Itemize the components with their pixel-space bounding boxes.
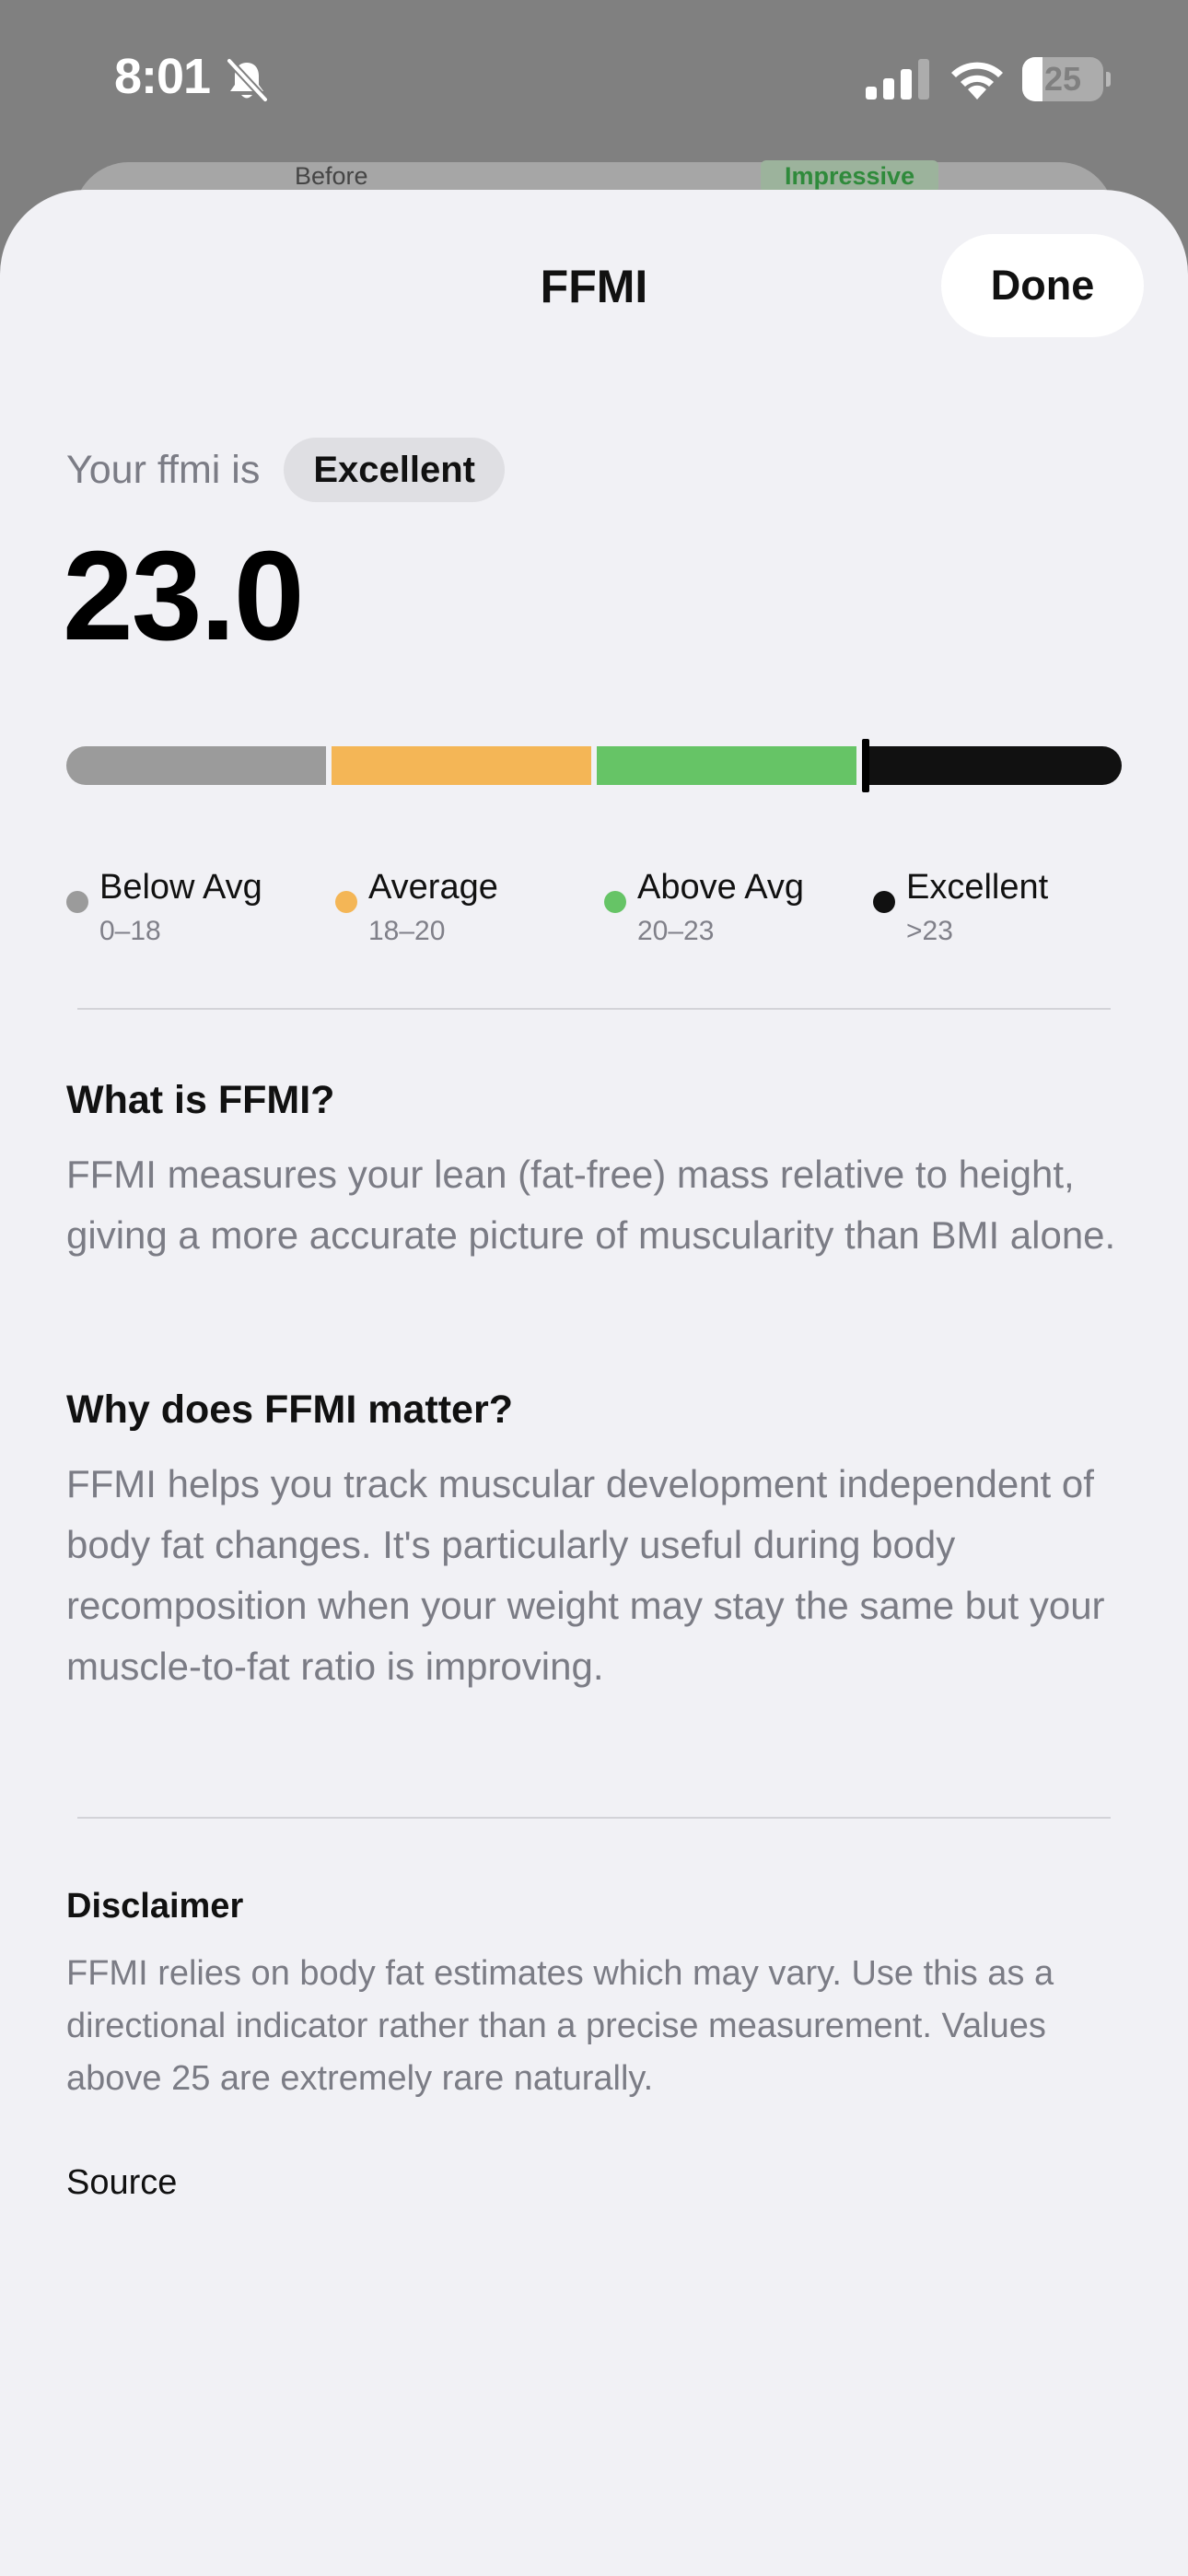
legend-range: 20–23 <box>637 916 715 946</box>
disclaimer-heading: Disclaimer <box>66 1887 244 1926</box>
legend-range: 0–18 <box>99 916 161 946</box>
background-impressive-label: Impressive <box>761 160 939 193</box>
legend-range: 18–20 <box>368 916 446 946</box>
what-is-heading: What is FFMI? <box>66 1078 335 1122</box>
scale-segment-excellent <box>862 746 1122 785</box>
ffmi-sheet: FFMI Done Your ffmi is Excellent 23.0 Be… <box>0 190 1188 2576</box>
scale-marker <box>862 739 869 792</box>
scale-segment-above-avg <box>597 746 856 785</box>
legend-dot <box>335 891 357 913</box>
why-matters-heading: Why does FFMI matter? <box>66 1388 513 1432</box>
background-before-label: Before <box>295 162 368 190</box>
legend-name: Above Avg <box>637 868 805 907</box>
legend-dot <box>873 891 895 913</box>
status-time: 8:01 <box>114 49 211 104</box>
legend-name: Excellent <box>906 868 1049 907</box>
ffmi-legend: Below Avg 0–18 Average 18–20 Above Avg 2… <box>66 864 1122 947</box>
legend-dot <box>66 891 88 913</box>
ffmi-intro: Your ffmi is Excellent <box>66 437 505 503</box>
scale-segment-below-avg <box>66 746 326 785</box>
done-button[interactable]: Done <box>941 234 1144 337</box>
bell-off-icon <box>226 57 269 103</box>
what-is-body: FFMI measures your lean (fat-free) mass … <box>66 1153 1116 1257</box>
wifi-icon <box>951 62 1003 100</box>
ffmi-scale-bar <box>66 739 1122 792</box>
source-link[interactable]: Source <box>66 2163 177 2203</box>
ffmi-value: 23.0 <box>63 525 305 667</box>
legend-item-average: Average 18–20 <box>335 864 602 947</box>
divider <box>77 1008 1111 1010</box>
legend-name: Average <box>368 868 498 907</box>
scale-segment-average <box>332 746 591 785</box>
disclaimer-body: FFMI relies on body fat estimates which … <box>66 1954 1054 2098</box>
status-bar: 8:01 25 <box>0 0 1188 166</box>
ffmi-intro-text: Your ffmi is <box>66 447 261 492</box>
battery-tip <box>1106 72 1111 87</box>
legend-dot <box>604 891 626 913</box>
battery-icon: 25 <box>1022 57 1111 101</box>
legend-range: >23 <box>906 916 953 946</box>
legend-item-above-avg: Above Avg 20–23 <box>604 864 871 947</box>
battery-level: 25 <box>1043 60 1082 98</box>
battery-body: 25 <box>1022 57 1103 101</box>
rating-badge: Excellent <box>284 438 505 502</box>
divider <box>77 1817 1111 1819</box>
legend-item-excellent: Excellent >23 <box>873 864 1140 947</box>
legend-item-below-avg: Below Avg 0–18 <box>66 864 333 947</box>
legend-name: Below Avg <box>99 868 262 907</box>
cellular-signal-icon <box>866 59 929 100</box>
why-matters-body: FFMI helps you track muscular developmen… <box>66 1462 1105 1688</box>
